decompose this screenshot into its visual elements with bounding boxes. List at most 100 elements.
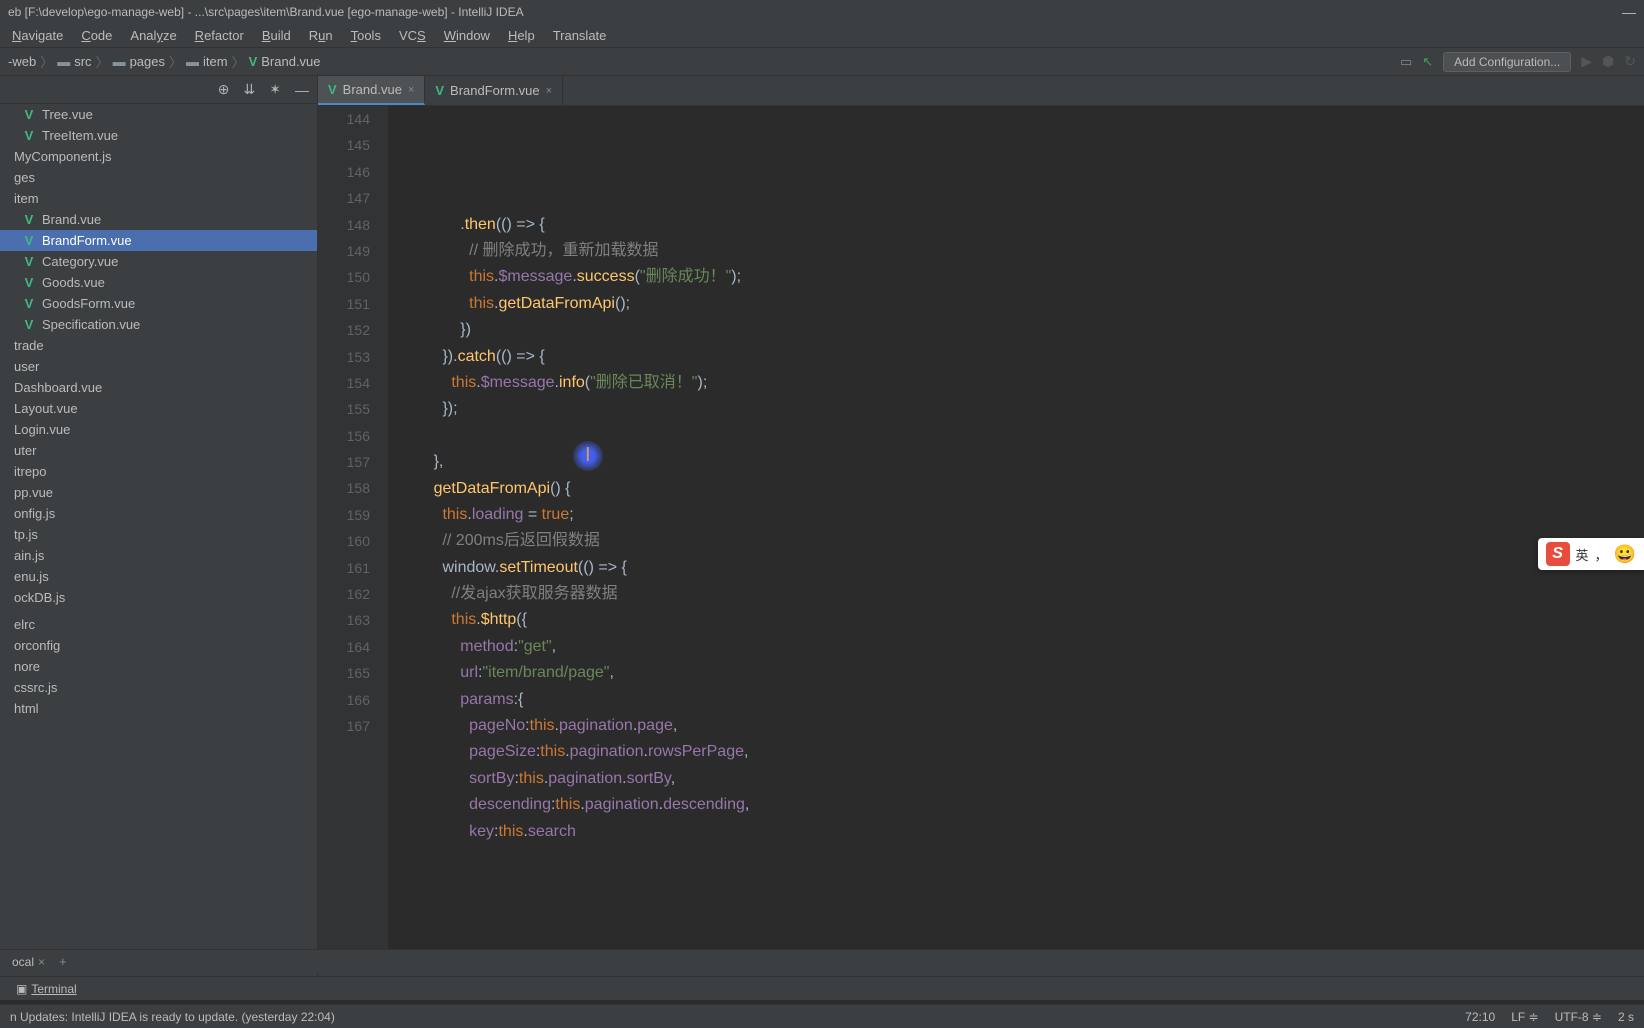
close-icon[interactable]: × (38, 955, 45, 969)
tree-item[interactable]: MyComponent.js (0, 146, 317, 167)
code-line[interactable]: .then(() => { (398, 212, 1644, 238)
tree-item[interactable]: orconfig (0, 635, 317, 656)
hide-icon[interactable]: — (295, 82, 309, 98)
code-line[interactable]: window.setTimeout(() => { (398, 555, 1644, 581)
code-line[interactable]: pageSize:this.pagination.rowsPerPage, (398, 739, 1644, 765)
code-line[interactable]: key:this.search (398, 819, 1644, 845)
tree-item[interactable]: Layout.vue (0, 398, 317, 419)
menu-code[interactable]: Code (73, 26, 120, 45)
tree-list[interactable]: VTree.vueVTreeItem.vueMyComponent.jsgesi… (0, 104, 317, 994)
code-editor[interactable]: 1441451461471481491501511521531541551561… (318, 106, 1644, 972)
ime-widget[interactable]: S 英 ， 😀 (1538, 538, 1644, 570)
breadcrumb-item[interactable]: ▬src (57, 54, 91, 69)
tree-item[interactable]: enu.js (0, 566, 317, 587)
menu-translate[interactable]: Translate (545, 26, 615, 45)
code-line[interactable]: this.getDataFromApi(); (398, 291, 1644, 317)
menu-vcs[interactable]: VCS (391, 26, 434, 45)
run-icon[interactable]: ▶ (1581, 53, 1592, 70)
code-line[interactable]: //发ajax获取服务器数据 (398, 581, 1644, 607)
code-line[interactable]: this.$message.info("删除已取消！"); (398, 370, 1644, 396)
editor-tab[interactable]: VBrand.vue× (318, 76, 425, 105)
stop-icon[interactable]: ↻ (1624, 53, 1636, 70)
tree-item[interactable]: VCategory.vue (0, 251, 317, 272)
code-line[interactable]: this.loading = true; (398, 502, 1644, 528)
code-content[interactable]: I .then(() => { // 删除成功，重新加载数据 this.$mes… (388, 106, 1644, 972)
tree-item[interactable]: VTreeItem.vue (0, 125, 317, 146)
code-line[interactable]: sortBy:this.pagination.sortBy, (398, 766, 1644, 792)
tree-item[interactable]: VBrand.vue (0, 209, 317, 230)
code-line[interactable]: this.$http({ (398, 607, 1644, 633)
breadcrumb-root[interactable]: -web (8, 54, 36, 69)
breadcrumb-item[interactable]: ▬pages (113, 54, 165, 69)
tree-item[interactable]: uter (0, 440, 317, 461)
menu-tools[interactable]: Tools (343, 26, 389, 45)
tree-item[interactable]: itrepo (0, 461, 317, 482)
debug-icon[interactable]: ⬢ (1602, 53, 1614, 70)
terminal-tab[interactable]: ▣ Terminal (8, 980, 85, 998)
menu-navigate[interactable]: Navigate (4, 26, 71, 45)
code-line[interactable]: params:{ (398, 687, 1644, 713)
code-line[interactable]: }).catch(() => { (398, 344, 1644, 370)
menu-build[interactable]: Build (254, 26, 299, 45)
code-line[interactable]: // 200ms后返回假数据 (398, 528, 1644, 554)
add-tab-icon[interactable]: + (59, 954, 67, 969)
tree-item[interactable]: VSpecification.vue (0, 314, 317, 335)
tree-item[interactable]: Login.vue (0, 419, 317, 440)
settings-icon[interactable]: ✶ (269, 81, 281, 98)
tree-item[interactable]: nore (0, 656, 317, 677)
code-line[interactable]: pageNo:this.pagination.page, (398, 713, 1644, 739)
ime-lang[interactable]: 英 (1576, 545, 1589, 564)
menu-help[interactable]: Help (500, 26, 543, 45)
code-line[interactable] (398, 423, 1644, 449)
code-line[interactable]: }); (398, 396, 1644, 422)
tree-item[interactable]: cssrc.js (0, 677, 317, 698)
tree-item[interactable]: tp.js (0, 524, 317, 545)
tree-item[interactable]: trade (0, 335, 317, 356)
tree-item[interactable]: pp.vue (0, 482, 317, 503)
tree-item[interactable]: VGoods.vue (0, 272, 317, 293)
emoji-icon[interactable]: 😀 (1614, 544, 1636, 565)
collapse-icon[interactable]: ⇊ (244, 81, 256, 98)
ime-punct[interactable]: ， (1595, 545, 1608, 564)
tree-item[interactable]: Dashboard.vue (0, 377, 317, 398)
tree-item[interactable]: VTree.vue (0, 104, 317, 125)
tree-item[interactable]: user (0, 356, 317, 377)
breadcrumb-item[interactable]: ▬item (186, 54, 228, 69)
close-icon[interactable]: × (408, 84, 414, 96)
tree-item[interactable]: VBrandForm.vue (0, 230, 317, 251)
add-configuration-button[interactable]: Add Configuration... (1443, 52, 1571, 72)
status-position[interactable]: 72:10 (1465, 1010, 1495, 1024)
breadcrumb-item[interactable]: VBrand.vue (249, 54, 321, 69)
code-line[interactable]: }) (398, 317, 1644, 343)
code-line[interactable]: url:"item/brand/page", (398, 660, 1644, 686)
target-icon[interactable]: ⊕ (218, 81, 230, 98)
minimize-icon[interactable]: — (1622, 4, 1636, 20)
menu-window[interactable]: Window (436, 26, 498, 45)
menu-analyze[interactable]: Analyze (122, 26, 184, 45)
tree-item[interactable]: ockDB.js (0, 587, 317, 608)
close-icon[interactable]: × (546, 85, 552, 97)
code-line[interactable]: getDataFromApi() { (398, 476, 1644, 502)
tree-item[interactable]: ges (0, 167, 317, 188)
code-line[interactable]: descending:this.pagination.descending, (398, 792, 1644, 818)
menu-run[interactable]: Run (301, 26, 341, 45)
code-line[interactable]: // 删除成功，重新加载数据 (398, 238, 1644, 264)
tree-item[interactable]: ain.js (0, 545, 317, 566)
tree-item[interactable]: html (0, 698, 317, 719)
status-line-sep[interactable]: LF ≑ (1511, 1010, 1538, 1024)
tree-item[interactable]: VGoodsForm.vue (0, 293, 317, 314)
window-icon[interactable]: ▭ (1400, 54, 1412, 70)
status-indent[interactable]: 2 s (1618, 1010, 1634, 1024)
editor-tab[interactable]: VBrandForm.vue× (425, 76, 563, 105)
code-line[interactable]: method:"get", (398, 634, 1644, 660)
code-line[interactable]: }, (398, 449, 1644, 475)
line-number: 167 (318, 713, 370, 739)
tree-item[interactable]: item (0, 188, 317, 209)
build-icon[interactable]: ↖ (1422, 54, 1433, 70)
local-tab[interactable]: ocal × (6, 953, 51, 971)
status-encoding[interactable]: UTF-8 ≑ (1555, 1010, 1602, 1024)
tree-item[interactable]: elrc (0, 614, 317, 635)
menu-refactor[interactable]: Refactor (187, 26, 252, 45)
code-line[interactable]: this.$message.success("删除成功！"); (398, 264, 1644, 290)
tree-item[interactable]: onfig.js (0, 503, 317, 524)
